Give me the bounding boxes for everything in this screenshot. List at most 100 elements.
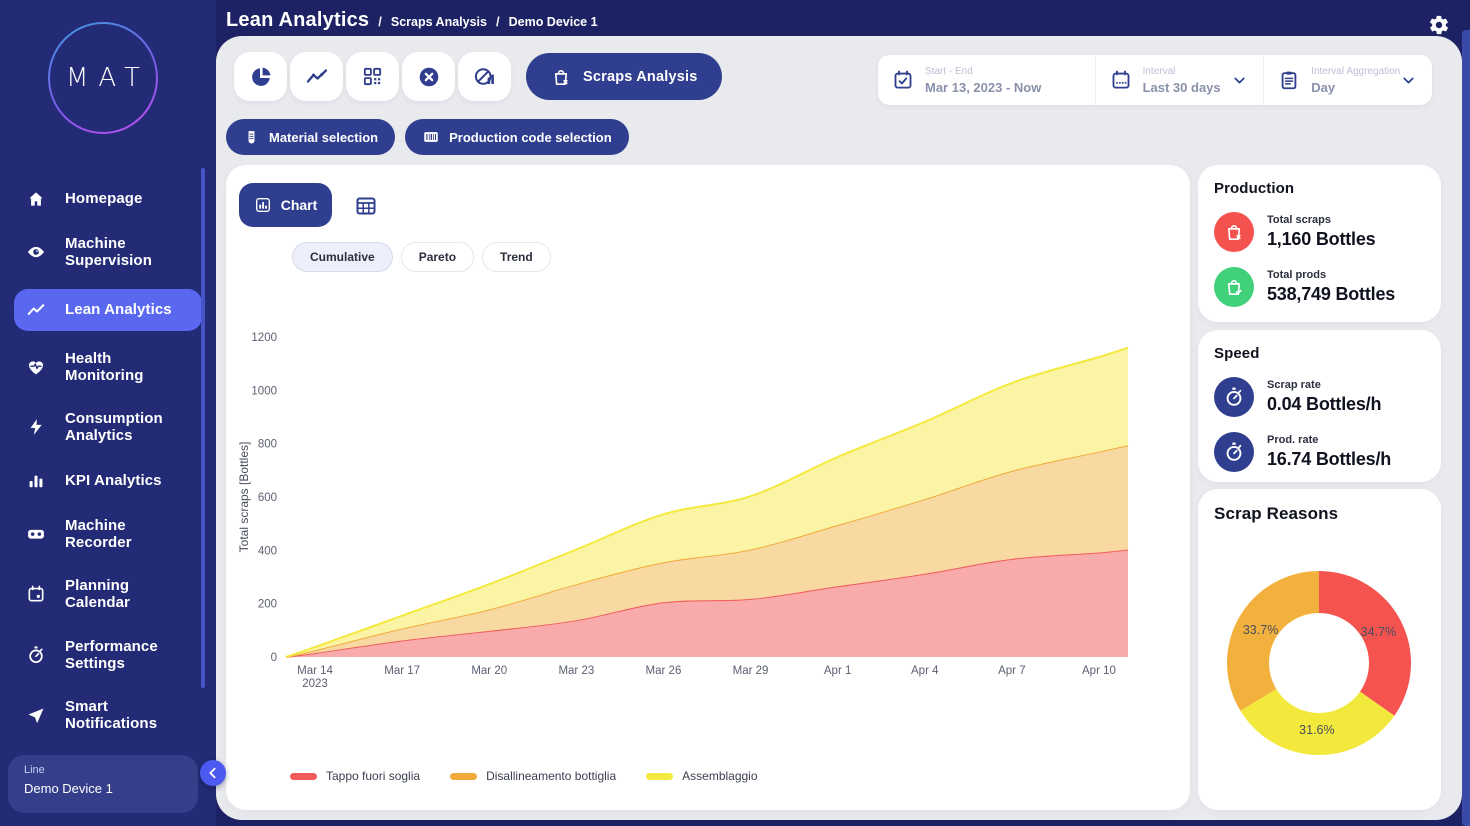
production-code-selection-button[interactable]: Production code selection [405,119,629,155]
scraps-analysis-label: Scraps Analysis [583,69,698,85]
sidebar-item-machine-supervision[interactable]: Machine Supervision [14,228,202,277]
svg-text:Mar 20: Mar 20 [471,665,507,677]
prod-rate-value: 16.74 Bottles/h [1267,449,1391,470]
device-card[interactable]: Line Demo Device 1 [8,755,198,813]
breadcrumb-separator: / [496,14,500,29]
selection-row: Material selection Production code selec… [226,119,629,155]
sidebar-item-label: Smart Notifications [65,698,157,733]
sidebar-item-lean-analytics[interactable]: Lean Analytics [14,289,202,331]
material-selection-button[interactable]: Material selection [226,119,395,155]
scrap-rate-label: Scrap rate [1267,379,1381,391]
sidebar-item-label: KPI Analytics [65,472,162,489]
bag-x-icon [1214,212,1254,252]
settings-button[interactable] [1428,11,1456,39]
bag-check-icon [1214,267,1254,307]
legend-item-disallineamento[interactable]: Disallineamento bottiglia [450,769,616,783]
trend-analysis-button[interactable] [290,52,343,101]
chevron-down-icon [1400,72,1418,89]
recorder-icon [26,524,48,544]
chart-bars-icon [254,196,272,214]
sidebar-item-smart-notifications[interactable]: Smart Notifications [14,691,202,740]
x-circle-icon [417,65,441,89]
production-title: Production [1214,180,1425,197]
scrap-rate-value: 0.04 Bottles/h [1267,394,1381,415]
total-prods-label: Total prods [1267,269,1395,281]
pie-analysis-button[interactable] [234,52,287,101]
speed-title: Speed [1214,345,1425,362]
prod-rate-label: Prod. rate [1267,434,1391,446]
main-content: Scraps Analysis Start - End Mar 13, 2023… [216,36,1462,820]
sidebar-item-label: Planning Calendar [65,577,130,612]
sidebar-item-performance-settings[interactable]: Performance Settings [14,631,202,680]
downtime-icon [473,65,497,89]
svg-text:Mar 23: Mar 23 [558,665,594,677]
sidebar-item-planning-calendar[interactable]: Planning Calendar [14,570,202,619]
filter-start-end[interactable]: Start - End Mar 13, 2023 - Now [878,55,1095,105]
sidebar-item-label: Consumption Analytics [65,410,163,445]
chevron-down-icon [1231,72,1249,89]
production-code-selection-label: Production code selection [449,130,612,145]
chart-card: Chart Cumulative Pareto Trend 0200400600… [226,165,1190,810]
legend-item-tappo[interactable]: Tappo fuori soglia [290,769,420,783]
svg-text:Mar 14: Mar 14 [297,665,333,677]
total-scraps-label: Total scraps [1267,214,1375,226]
sidebar-item-consumption-analytics[interactable]: Consumption Analytics [14,403,202,452]
table-view-button[interactable] [354,193,380,219]
filter-label: Interval [1143,66,1221,77]
downtime-analysis-button[interactable] [458,52,511,101]
breadcrumb-separator: / [378,14,382,29]
legend-item-assemblaggio[interactable]: Assemblaggio [646,769,757,783]
total-prods-value: 538,749 Bottles [1267,284,1395,305]
calendar-check-icon [892,69,914,91]
sidebar-item-label: Homepage [65,190,143,207]
scrap-reasons-title: Scrap Reasons [1214,504,1425,524]
material-selection-label: Material selection [269,130,378,145]
chart-tabs: Cumulative Pareto Trend [292,242,551,272]
sidebar-item-label: Lean Analytics [65,301,172,318]
device-card-label: Line [24,764,182,776]
sidebar-item-homepage[interactable]: Homepage [14,182,202,216]
eye-icon [26,242,48,262]
prod-rate-stat: Prod. rate 16.74 Bottles/h [1214,432,1425,472]
clipboard-icon [1278,69,1300,91]
device-card-value: Demo Device 1 [24,781,182,796]
filter-interval-value: Last 30 days [1143,80,1221,95]
legend-swatch-orange [450,773,477,780]
pie-chart-icon [249,65,273,89]
window-scrollbar[interactable] [1462,30,1470,826]
chart-legend: Tappo fuori soglia Disallineamento botti… [290,769,758,783]
svg-text:Total scraps [Bottles]: Total scraps [Bottles] [237,442,251,553]
filter-interval[interactable]: Interval Last 30 days [1095,55,1264,105]
production-card: Production Total scraps 1,160 Bottles To… [1198,165,1441,322]
beaker-icon [243,129,260,146]
analysis-toolbar: Scraps Analysis [234,52,722,101]
qr-analysis-button[interactable] [346,52,399,101]
sidebar-item-health-monitoring[interactable]: Health Monitoring [14,343,202,392]
sidebar-item-machine-recorder[interactable]: Machine Recorder [14,510,202,559]
svg-text:33.7%: 33.7% [1243,623,1278,637]
barcode-icon [422,128,440,146]
sidebar-item-kpi-analytics[interactable]: KPI Analytics [14,464,202,498]
tab-trend[interactable]: Trend [482,242,551,272]
scrap-reasons-card: Scrap Reasons 34.7%31.6%33.7% [1198,489,1441,810]
breadcrumb-demo-device[interactable]: Demo Device 1 [509,15,598,29]
chart-view-button[interactable]: Chart [239,183,332,227]
page-title: Lean Analytics [226,9,369,32]
stops-analysis-button[interactable] [402,52,455,101]
home-icon [26,189,48,209]
sidebar-collapse-button[interactable] [200,760,226,786]
sidebar-scrollbar[interactable] [201,168,205,688]
svg-text:Apr 7: Apr 7 [998,665,1026,677]
tab-cumulative[interactable]: Cumulative [292,242,393,272]
filter-aggregation[interactable]: Interval Aggregation Day [1263,55,1432,105]
svg-text:2023: 2023 [302,678,328,690]
svg-text:34.7%: 34.7% [1361,625,1396,639]
calendar-icon [26,584,48,604]
filter-bar: Start - End Mar 13, 2023 - Now Interval … [878,55,1432,105]
breadcrumb-scraps-analysis[interactable]: Scraps Analysis [391,15,487,29]
svg-text:800: 800 [258,439,277,451]
bolt-icon [26,417,48,437]
tab-pareto[interactable]: Pareto [401,242,474,272]
svg-text:Mar 17: Mar 17 [384,665,420,677]
scraps-analysis-button[interactable]: Scraps Analysis [526,53,722,100]
